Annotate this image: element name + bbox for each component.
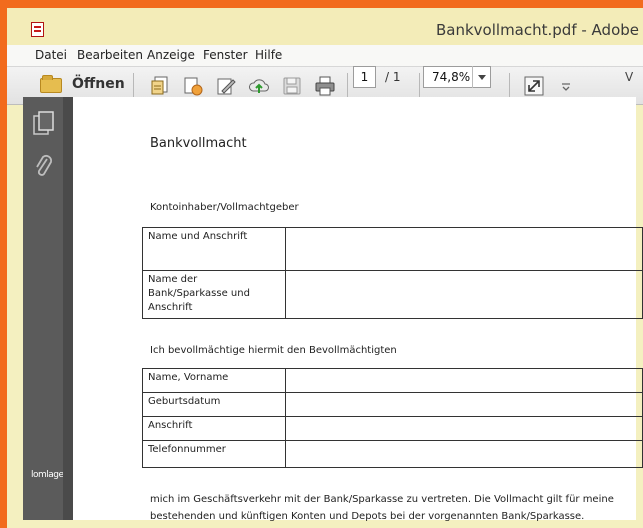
attachment-icon[interactable] [34, 153, 54, 181]
account-holder-table: Name und Anschrift Name der Bank/Sparkas… [141, 227, 643, 319]
dropdown-icon[interactable] [555, 75, 577, 97]
fit-page-icon[interactable] [523, 75, 545, 97]
toolbar-separator [509, 73, 510, 98]
field-label-line: Name der [148, 274, 198, 285]
pages-panel-icon[interactable] [32, 111, 56, 137]
table-row: Name, Vorname [141, 368, 643, 393]
field-label-line: Bank/Sparkasse und [148, 288, 250, 299]
menu-hilfe[interactable]: Hilfe [255, 48, 282, 62]
title-bar: Bankvollmacht.pdf - Adobe Re [7, 8, 643, 45]
menu-bar: Datei Bearbeiten Anzeige Fenster Hilfe [7, 45, 643, 67]
field-label: Name und Anschrift [141, 227, 287, 271]
edit-icon[interactable] [215, 75, 237, 97]
menu-bearbeiten[interactable]: Bearbeiten [77, 48, 143, 62]
field-value[interactable] [285, 368, 643, 393]
navigation-sidebar [23, 97, 63, 520]
window-title: Bankvollmacht.pdf - Adobe Re [436, 21, 643, 39]
body-text-line: bestehenden und künftigen Konten und Dep… [150, 511, 585, 522]
section-heading-account-holder: Kontoinhaber/Vollmachtgeber [150, 202, 299, 213]
menu-anzeige[interactable]: Anzeige [147, 48, 195, 62]
table-row: Name und Anschrift [141, 227, 643, 271]
pdf-app-icon [31, 22, 44, 37]
field-value[interactable] [285, 392, 643, 417]
menu-datei[interactable]: Datei [35, 48, 67, 62]
sidebar-watermark: lomlage [31, 470, 64, 480]
zoom-dropdown-icon[interactable] [472, 66, 491, 88]
field-label: Telefonnummer [141, 440, 287, 468]
menu-fenster[interactable]: Fenster [203, 48, 248, 62]
authorized-person-table: Name, Vorname Geburtsdatum Anschrift Tel… [141, 368, 643, 468]
field-label: Anschrift [141, 416, 287, 441]
document-title: Bankvollmacht [150, 136, 247, 151]
toolbar-separator [347, 73, 348, 98]
open-folder-icon [40, 75, 62, 93]
body-text-line: mich im Geschäftsverkehr mit der Bank/Sp… [150, 494, 614, 505]
cloud-upload-icon[interactable] [248, 75, 270, 97]
save-icon[interactable] [281, 75, 303, 97]
table-row: Name der Bank/Sparkasse und Anschrift [141, 270, 643, 319]
field-value[interactable] [285, 416, 643, 441]
field-value[interactable] [285, 270, 643, 319]
field-value[interactable] [285, 227, 643, 271]
page-number-input[interactable]: 1 [353, 66, 376, 88]
print-icon[interactable] [314, 75, 336, 97]
toolbar-trailing-label[interactable]: V [625, 70, 633, 84]
toolbar-separator [133, 73, 134, 98]
field-value[interactable] [285, 440, 643, 468]
table-row: Geburtsdatum [141, 392, 643, 417]
field-label-line: Anschrift [148, 302, 193, 313]
field-label: Name der Bank/Sparkasse und Anschrift [141, 270, 287, 319]
page-total: / 1 [385, 70, 401, 84]
section-heading-authorized-person: Ich bevollmächtige hiermit den Bevollmäc… [150, 345, 397, 356]
combine-icon[interactable] [182, 75, 204, 97]
table-row: Anschrift [141, 416, 643, 441]
field-label: Geburtsdatum [141, 392, 287, 417]
create-pdf-icon[interactable] [149, 75, 171, 97]
open-button[interactable]: Öffnen [37, 74, 125, 96]
toolbar-separator [419, 73, 420, 98]
table-row: Telefonnummer [141, 440, 643, 468]
field-label: Name, Vorname [141, 368, 287, 393]
open-label: Öffnen [72, 76, 125, 92]
